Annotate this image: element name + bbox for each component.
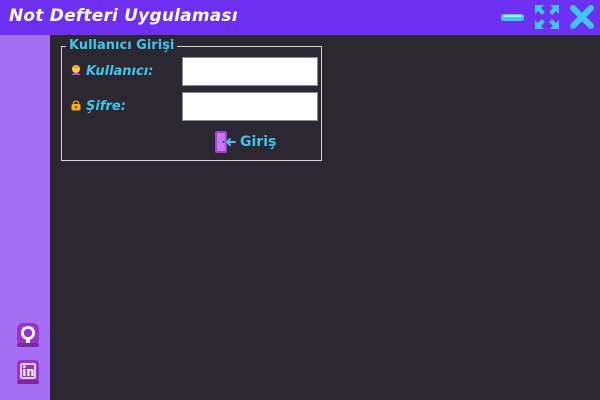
user-icon — [71, 65, 81, 75]
username-label: Kullanıcı: — [86, 64, 154, 79]
minimize-button[interactable] — [500, 4, 526, 30]
password-label: Şifre: — [86, 99, 126, 114]
title-bar: Not Defteri Uygulaması — [0, 0, 600, 35]
close-icon — [570, 5, 594, 29]
minimize-icon — [501, 14, 524, 21]
app-title: Not Defteri Uygulaması — [9, 6, 238, 26]
login-group-title: Kullanıcı Girişi — [66, 38, 178, 53]
door-exit-icon — [215, 131, 236, 153]
maximize-button[interactable] — [534, 4, 560, 30]
github-icon — [17, 323, 39, 347]
close-button[interactable] — [569, 4, 595, 30]
login-button-label: Giriş — [240, 134, 277, 150]
sidebar — [0, 35, 50, 400]
linkedin-button[interactable] — [16, 359, 40, 385]
username-input[interactable] — [182, 57, 318, 86]
lock-icon — [71, 100, 81, 111]
maximize-icon — [535, 5, 559, 29]
password-input[interactable] — [182, 92, 318, 121]
login-button[interactable]: Giriş — [214, 130, 276, 154]
linkedin-icon — [17, 360, 39, 384]
github-button[interactable] — [16, 322, 40, 348]
